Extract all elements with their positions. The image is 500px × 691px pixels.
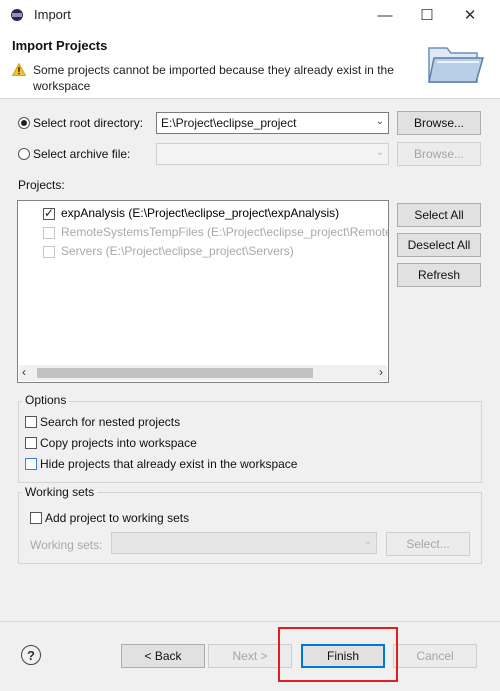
minimize-icon: — (377, 6, 393, 24)
folder-icon (428, 47, 484, 83)
close-icon: ✕ (463, 7, 477, 24)
browse-button[interactable]: Browse... (397, 111, 481, 135)
options-title: Options (22, 393, 70, 407)
working-sets-combo[interactable]: ⌄ (111, 532, 377, 554)
projects-label: Projects: (18, 178, 65, 192)
project-item[interactable]: RemoteSystemsTempFiles (E:\Project\eclip… (61, 225, 388, 239)
working-sets-field-label: Working sets: (30, 538, 103, 552)
select-working-sets-button[interactable]: Select... (386, 532, 470, 556)
project-item[interactable]: Servers (E:\Project\eclipse_project\Serv… (61, 244, 294, 258)
root-directory-label: Select root directory: (33, 116, 144, 130)
horizontal-scrollbar[interactable]: ‹ › (19, 365, 387, 381)
chevron-down-icon: ⌄ (375, 116, 384, 127)
finish-highlight-box (278, 627, 398, 682)
search-nested-checkbox[interactable] (25, 416, 37, 428)
root-directory-value: E:\Project\eclipse_project (161, 116, 297, 130)
add-working-sets-label: Add project to working sets (45, 511, 190, 525)
archive-file-combo[interactable]: ⌄ (156, 143, 389, 165)
back-button[interactable]: < Back (121, 644, 205, 668)
copy-projects-checkbox[interactable] (25, 437, 37, 449)
scroll-right-icon[interactable]: › (379, 365, 383, 379)
maximize-button[interactable]: ☐ (404, 0, 450, 30)
working-sets-title: Working sets (22, 485, 98, 499)
window-title: Import (34, 7, 71, 22)
chevron-down-icon: ⌄ (363, 536, 372, 547)
browse-archive-button[interactable]: Browse... (397, 142, 481, 166)
search-nested-label: Search for nested projects (40, 415, 181, 429)
project-checkbox[interactable] (43, 227, 55, 239)
projects-list[interactable]: expAnalysis (E:\Project\eclipse_project\… (17, 200, 389, 383)
select-all-button[interactable]: Select All (397, 203, 481, 227)
hide-existing-checkbox[interactable] (25, 458, 37, 470)
warning-icon (12, 63, 26, 76)
root-directory-combo[interactable]: E:\Project\eclipse_project ⌄ (156, 112, 389, 134)
eclipse-icon (11, 9, 23, 21)
project-item[interactable]: expAnalysis (E:\Project\eclipse_project\… (61, 206, 339, 220)
project-checkbox[interactable] (43, 246, 55, 258)
refresh-button[interactable]: Refresh (397, 263, 481, 287)
copy-projects-label: Copy projects into workspace (40, 436, 197, 450)
maximize-icon: ☐ (420, 7, 434, 24)
close-button[interactable]: ✕ (447, 0, 493, 30)
scroll-left-icon[interactable]: ‹ (22, 365, 26, 379)
root-directory-radio[interactable] (18, 117, 30, 129)
scroll-thumb[interactable] (37, 368, 313, 378)
archive-file-label: Select archive file: (33, 147, 131, 161)
help-icon[interactable]: ? (21, 645, 41, 665)
cancel-button[interactable]: Cancel (393, 644, 477, 668)
deselect-all-button[interactable]: Deselect All (397, 233, 481, 257)
chevron-down-icon: ⌄ (375, 147, 384, 158)
hide-existing-label: Hide projects that already exist in the … (40, 457, 298, 471)
minimize-button[interactable]: — (362, 0, 408, 30)
page-title: Import Projects (12, 38, 108, 53)
archive-file-radio[interactable] (18, 148, 30, 160)
add-working-sets-checkbox[interactable] (30, 512, 42, 524)
header-message: Some projects cannot be imported because… (33, 63, 394, 93)
project-checkbox[interactable] (43, 206, 55, 220)
